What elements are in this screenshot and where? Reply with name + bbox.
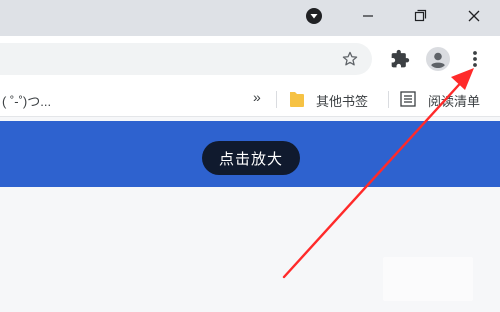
other-bookmarks-label: 其他书签 (316, 94, 369, 109)
bookmarks-overflow-chevron[interactable]: » (253, 89, 261, 105)
page-banner: 点击放大 (0, 121, 500, 187)
reading-list-label: 阅读清单 (428, 94, 481, 109)
bookmarks-divider (388, 91, 389, 108)
profile-avatar-icon (426, 47, 450, 71)
bookmarks-divider (276, 91, 277, 108)
minimize-icon (363, 15, 373, 17)
extensions-button[interactable] (388, 47, 412, 71)
chrome-menu-button[interactable] (466, 47, 484, 71)
address-bar[interactable] (0, 43, 372, 75)
media-control-icon (306, 8, 322, 24)
media-control-button[interactable] (292, 0, 336, 32)
folder-icon (290, 92, 304, 107)
close-window-button[interactable] (452, 0, 496, 32)
restore-icon (414, 9, 427, 22)
bookmarks-bar: ( ˚-˚)つ... » 其他书签 阅读清单 (0, 82, 500, 117)
close-icon (468, 10, 480, 22)
restore-button[interactable] (398, 0, 442, 32)
browser-toolbar (0, 36, 500, 82)
star-outline-icon (342, 51, 358, 66)
page-content (0, 187, 500, 312)
title-bar (0, 0, 500, 36)
reading-list-icon (400, 91, 416, 107)
vertical-dots-menu-icon (473, 51, 477, 67)
faded-content-box (383, 257, 473, 301)
minimize-button[interactable] (346, 0, 390, 32)
other-bookmarks-folder[interactable]: 其他书签 (287, 89, 377, 109)
profile-button[interactable] (425, 46, 451, 72)
reading-list-button[interactable]: 阅读清单 (398, 89, 500, 109)
puzzle-piece-icon (391, 49, 410, 68)
bookmark-item-truncated[interactable]: ( ˚-˚)つ... (2, 91, 51, 110)
click-to-enlarge-button[interactable]: 点击放大 (202, 141, 300, 175)
bookmark-star-button[interactable] (338, 47, 362, 71)
